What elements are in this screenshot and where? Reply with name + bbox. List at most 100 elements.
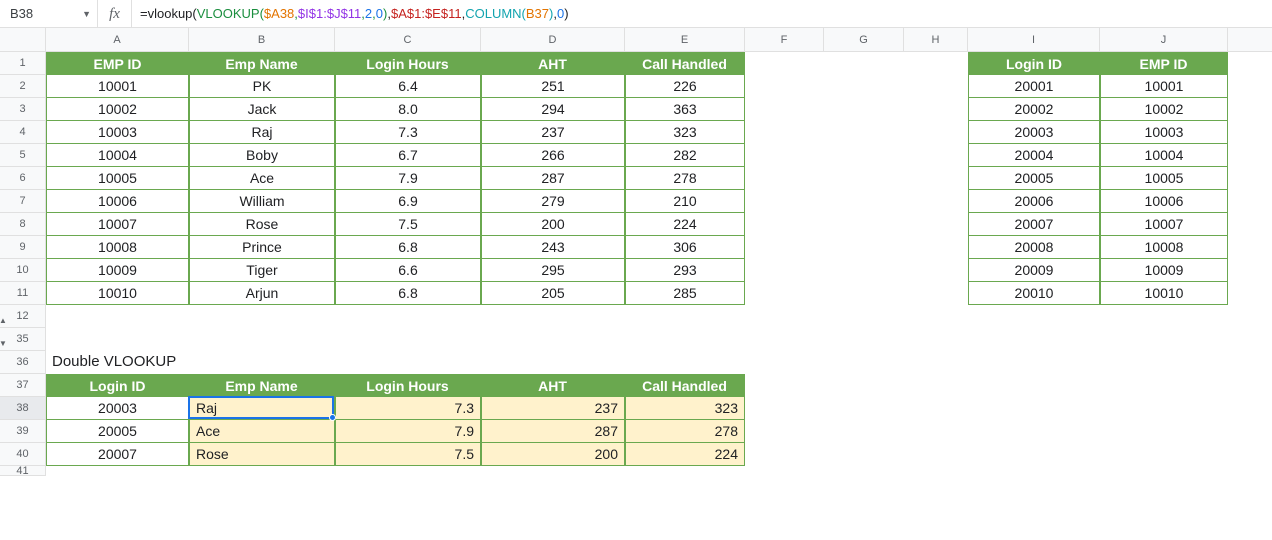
cell[interactable] <box>625 305 745 328</box>
cell[interactable] <box>824 466 904 476</box>
section-label[interactable]: Double VLOOKUP <box>46 351 189 374</box>
table-cell[interactable]: 279 <box>481 190 625 213</box>
row-header[interactable]: 6 <box>0 167 46 190</box>
table-cell[interactable]: Tiger <box>189 259 335 282</box>
table-cell[interactable]: 10008 <box>46 236 189 259</box>
table-cell[interactable]: 20003 <box>46 397 189 420</box>
table-cell[interactable]: 6.6 <box>335 259 481 282</box>
table-cell[interactable]: 10004 <box>1100 144 1228 167</box>
table-header[interactable]: Call Handled <box>625 52 745 75</box>
cell[interactable] <box>745 121 824 144</box>
cell[interactable] <box>824 52 904 75</box>
table-cell[interactable]: 237 <box>481 121 625 144</box>
table-cell[interactable]: 287 <box>481 167 625 190</box>
col-header-I[interactable]: I <box>968 28 1100 51</box>
table-cell[interactable]: 10004 <box>46 144 189 167</box>
cell[interactable] <box>968 466 1100 476</box>
cell[interactable] <box>625 466 745 476</box>
cell[interactable] <box>189 351 335 374</box>
cell[interactable] <box>335 328 481 351</box>
cell[interactable] <box>904 351 968 374</box>
cell[interactable] <box>1100 305 1228 328</box>
cell[interactable] <box>904 282 968 305</box>
cell[interactable] <box>824 75 904 98</box>
col-header-J[interactable]: J <box>1100 28 1228 51</box>
row-header[interactable]: 12▲ <box>0 305 46 328</box>
col-header-A[interactable]: A <box>46 28 189 51</box>
name-box-dropdown-icon[interactable]: ▼ <box>82 9 91 19</box>
table-cell[interactable]: 210 <box>625 190 745 213</box>
fx-icon[interactable]: fx <box>98 0 132 28</box>
cell[interactable] <box>745 167 824 190</box>
table-cell[interactable]: 20004 <box>968 144 1100 167</box>
col-header-F[interactable]: F <box>745 28 824 51</box>
cell[interactable] <box>968 374 1100 397</box>
cell[interactable] <box>904 213 968 236</box>
table-cell[interactable]: 10010 <box>46 282 189 305</box>
row-header[interactable]: 9 <box>0 236 46 259</box>
cell[interactable] <box>968 420 1100 443</box>
table-header[interactable]: EMP ID <box>1100 52 1228 75</box>
table-cell[interactable]: 10006 <box>1100 190 1228 213</box>
cell[interactable] <box>824 397 904 420</box>
cell[interactable] <box>824 351 904 374</box>
table-cell[interactable]: 323 <box>625 397 745 420</box>
table-cell[interactable]: 251 <box>481 75 625 98</box>
table-cell[interactable]: 7.5 <box>335 213 481 236</box>
cell[interactable] <box>745 236 824 259</box>
row-header[interactable]: 41 <box>0 466 46 476</box>
table-cell[interactable]: 10005 <box>1100 167 1228 190</box>
cell[interactable] <box>1100 397 1228 420</box>
table-cell[interactable]: 293 <box>625 259 745 282</box>
table-cell[interactable]: Rose <box>189 213 335 236</box>
table-cell[interactable]: 20010 <box>968 282 1100 305</box>
table-header[interactable]: Call Handled <box>625 374 745 397</box>
table-cell[interactable]: 10007 <box>46 213 189 236</box>
row-header[interactable]: 3 <box>0 98 46 121</box>
cell[interactable] <box>904 420 968 443</box>
col-header-G[interactable]: G <box>824 28 904 51</box>
table-cell[interactable]: 7.3 <box>335 397 481 420</box>
cell[interactable] <box>904 259 968 282</box>
cell[interactable] <box>904 167 968 190</box>
cell[interactable] <box>481 305 625 328</box>
table-cell[interactable]: 20005 <box>46 420 189 443</box>
table-cell[interactable]: 10001 <box>1100 75 1228 98</box>
table-cell[interactable]: 10006 <box>46 190 189 213</box>
table-cell[interactable]: 10002 <box>46 98 189 121</box>
table-cell[interactable]: 10009 <box>46 259 189 282</box>
table-cell[interactable]: Prince <box>189 236 335 259</box>
table-cell[interactable]: 266 <box>481 144 625 167</box>
row-header[interactable]: 8 <box>0 213 46 236</box>
col-header-D[interactable]: D <box>481 28 625 51</box>
table-cell[interactable]: PK <box>189 75 335 98</box>
row-header[interactable]: 39 <box>0 420 46 443</box>
table-header[interactable]: Login ID <box>46 374 189 397</box>
cell[interactable] <box>824 328 904 351</box>
table-header[interactable]: AHT <box>481 374 625 397</box>
row-header[interactable]: 2 <box>0 75 46 98</box>
table-cell[interactable]: 6.4 <box>335 75 481 98</box>
cell[interactable] <box>745 397 824 420</box>
table-cell[interactable]: 6.8 <box>335 236 481 259</box>
table-cell[interactable]: 200 <box>481 213 625 236</box>
table-cell[interactable]: 226 <box>625 75 745 98</box>
cell[interactable] <box>904 52 968 75</box>
table-cell[interactable]: 10001 <box>46 75 189 98</box>
table-cell[interactable]: 20006 <box>968 190 1100 213</box>
table-cell[interactable]: 10003 <box>46 121 189 144</box>
table-cell[interactable]: 20003 <box>968 121 1100 144</box>
cell[interactable] <box>824 259 904 282</box>
row-header[interactable]: 10 <box>0 259 46 282</box>
cell[interactable] <box>745 351 824 374</box>
table-cell[interactable]: 10009 <box>1100 259 1228 282</box>
grid[interactable]: A B C D E F G H I J 1EMP IDEmp NameLogin… <box>0 28 1272 476</box>
cell[interactable] <box>824 167 904 190</box>
table-cell[interactable]: 10005 <box>46 167 189 190</box>
formula-input[interactable]: =vlookup(VLOOKUP($A38,$I$1:$J$11,2,0),$A… <box>132 6 1272 21</box>
cell[interactable] <box>481 328 625 351</box>
table-cell[interactable]: 285 <box>625 282 745 305</box>
col-header-C[interactable]: C <box>335 28 481 51</box>
table-cell[interactable]: 6.7 <box>335 144 481 167</box>
table-cell[interactable]: 237 <box>481 397 625 420</box>
